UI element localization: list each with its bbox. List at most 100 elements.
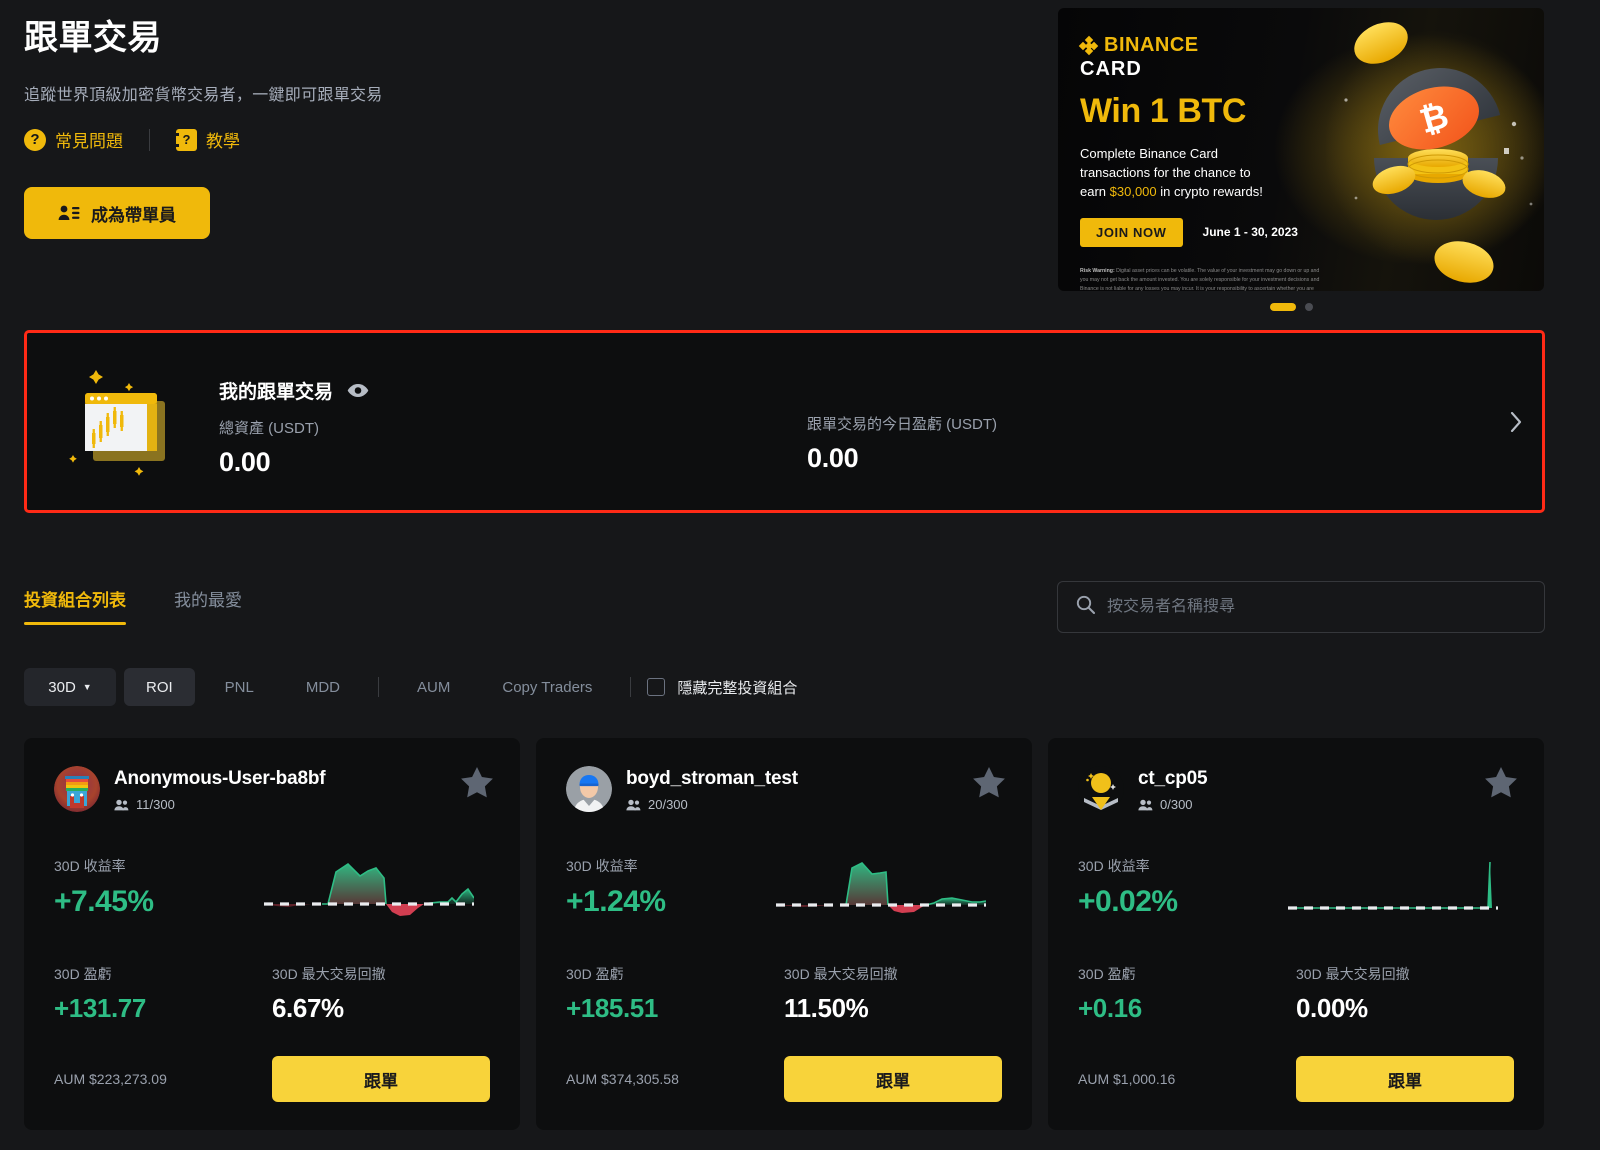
period-dropdown[interactable]: 30D ▼ bbox=[24, 668, 116, 706]
tab-favorites[interactable]: 我的最愛 bbox=[174, 586, 242, 625]
filter-copy-traders[interactable]: Copy Traders bbox=[480, 668, 614, 706]
search-icon bbox=[1076, 595, 1096, 619]
my-copy-trading-title: 我的跟單交易 bbox=[219, 382, 334, 403]
roi-value: +7.45% bbox=[54, 885, 154, 918]
pnl-stat: 30D 盈虧 +0.16 bbox=[1078, 964, 1296, 1024]
roi-label: 30D 收益率 bbox=[1078, 858, 1150, 874]
tutorial-link[interactable]: ? 教學 bbox=[175, 127, 240, 152]
carousel-dots bbox=[1270, 303, 1313, 311]
hide-full-portfolio-label: 隱藏完整投資組合 bbox=[677, 679, 798, 697]
trader-header: ct_cp05 0/300 bbox=[1078, 766, 1514, 812]
trader-card[interactable]: boyd_stroman_test 20/300 30D 收益率 +1.24% … bbox=[536, 738, 1032, 1130]
trader-card[interactable]: Anonymous-User-ba8bf 11/300 30D 收益率 +7.4… bbox=[24, 738, 520, 1130]
filter-bar: 30D ▼ ROI PNL MDD AUM Copy Traders 隱藏完整投… bbox=[24, 668, 797, 706]
star-icon[interactable] bbox=[460, 766, 494, 803]
carousel-dot-1[interactable] bbox=[1270, 303, 1296, 311]
chevron-right-icon[interactable] bbox=[1510, 411, 1522, 432]
mdd-stat: 30D 最大交易回撤 11.50% bbox=[784, 964, 1002, 1024]
aum-value: AUM $223,273.09 bbox=[54, 1071, 167, 1087]
banner-reward-amount: $30,000 bbox=[1109, 184, 1157, 200]
copy-trading-illustration bbox=[65, 363, 185, 483]
today-pnl-value: 0.00 bbox=[807, 443, 859, 473]
banner-body: Complete Binance Card transactions for t… bbox=[1080, 144, 1340, 202]
trader-roi-row: 30D 收益率 +7.45% bbox=[54, 856, 490, 926]
carousel-dot-2[interactable] bbox=[1305, 303, 1313, 311]
star-icon[interactable] bbox=[972, 766, 1006, 803]
mdd-label: 30D 最大交易回撤 bbox=[1296, 966, 1410, 982]
question-mark-icon: ? bbox=[24, 128, 46, 151]
become-lead-trader-label: 成為帶單員 bbox=[91, 205, 176, 225]
filter-aum[interactable]: AUM bbox=[395, 668, 472, 706]
trader-name: boyd_stroman_test bbox=[626, 768, 798, 789]
pnl-stat: 30D 盈虧 +185.51 bbox=[566, 964, 784, 1024]
pnl-label: 30D 盈虧 bbox=[54, 966, 112, 982]
follower-count: 20/300 bbox=[648, 797, 688, 812]
hero-links: ? 常見問題 ? 教學 bbox=[24, 127, 1024, 152]
book-icon: ? bbox=[175, 128, 197, 151]
my-copy-trading-title-row: 我的跟單交易 bbox=[219, 377, 369, 404]
hide-full-portfolio-checkbox[interactable] bbox=[647, 678, 666, 696]
roi-value: +1.24% bbox=[566, 885, 666, 918]
people-icon bbox=[114, 799, 129, 810]
trader-roi-block: 30D 收益率 +7.45% bbox=[54, 856, 264, 919]
filter-pnl[interactable]: PNL bbox=[203, 668, 276, 706]
trader-name: Anonymous-User-ba8bf bbox=[114, 768, 326, 789]
pnl-label: 30D 盈虧 bbox=[566, 966, 624, 982]
filter-mdd[interactable]: MDD bbox=[284, 668, 362, 706]
banner-cta-row: JOIN NOW June 1 - 30, 2023 bbox=[1080, 217, 1340, 247]
filter-roi[interactable]: ROI bbox=[124, 668, 195, 706]
risk-warning-text: Digital asset prices can be volatile. Th… bbox=[1080, 267, 1320, 291]
eye-icon[interactable] bbox=[347, 383, 369, 398]
roi-value: +0.02% bbox=[1078, 885, 1178, 918]
star-icon[interactable] bbox=[1484, 766, 1518, 803]
mdd-stat: 30D 最大交易回撤 6.67% bbox=[272, 964, 490, 1024]
trader-card-footer: AUM $223,273.09 跟單 bbox=[54, 1056, 490, 1102]
trader-identity: ct_cp05 0/300 bbox=[1138, 766, 1208, 812]
promo-banner[interactable]: ₿ BINANCE CARD Win 1 BTC Complete Binanc… bbox=[1058, 8, 1544, 291]
trader-header: Anonymous-User-ba8bf 11/300 bbox=[54, 766, 490, 812]
banner-logo-text: BINANCE bbox=[1104, 34, 1199, 56]
hide-full-portfolio-toggle[interactable]: 隱藏完整投資組合 bbox=[647, 677, 797, 698]
tab-portfolio-list[interactable]: 投資組合列表 bbox=[24, 586, 126, 625]
trader-header: boyd_stroman_test 20/300 bbox=[566, 766, 1002, 812]
roi-sparkline-chart bbox=[776, 858, 1002, 926]
copy-button[interactable]: 跟單 bbox=[1296, 1056, 1514, 1102]
people-icon bbox=[626, 799, 641, 810]
my-copy-trading-panel[interactable]: 我的跟單交易 總資產 (USDT) 0.00 跟單交易的今日盈虧 (USDT) … bbox=[24, 330, 1545, 513]
person-list-icon bbox=[58, 204, 80, 222]
banner-headline: Win 1 BTC bbox=[1080, 92, 1247, 130]
trader-followers: 11/300 bbox=[114, 797, 325, 812]
mdd-label: 30D 最大交易回撤 bbox=[272, 966, 386, 982]
trader-stats: 30D 盈虧 +185.51 30D 最大交易回撤 11.50% bbox=[566, 964, 1002, 1024]
avatar bbox=[566, 766, 612, 812]
mdd-label: 30D 最大交易回撤 bbox=[784, 966, 898, 982]
today-pnl-block: 跟單交易的今日盈虧 (USDT) 0.00 bbox=[807, 413, 997, 474]
copy-button[interactable]: 跟單 bbox=[272, 1056, 490, 1102]
join-now-button[interactable]: JOIN NOW bbox=[1080, 217, 1183, 247]
trader-identity: boyd_stroman_test 20/300 bbox=[626, 766, 798, 812]
roi-label: 30D 收益率 bbox=[566, 858, 638, 874]
banner-logo-sub: CARD bbox=[1080, 58, 1142, 80]
trader-roi-block: 30D 收益率 +0.02% bbox=[1078, 856, 1288, 919]
trader-card[interactable]: ct_cp05 0/300 30D 收益率 +0.02% 30D 盈虧 +0.1… bbox=[1048, 738, 1544, 1130]
trader-name: ct_cp05 bbox=[1138, 768, 1208, 789]
banner-body-line1: Complete Binance Card bbox=[1080, 146, 1219, 161]
trader-followers: 20/300 bbox=[626, 797, 798, 812]
search-box[interactable] bbox=[1057, 581, 1545, 633]
trader-card-list: Anonymous-User-ba8bf 11/300 30D 收益率 +7.4… bbox=[24, 738, 1544, 1130]
banner-body-line3: earn $30,000 in crypto rewards! bbox=[1080, 184, 1263, 200]
trader-stats: 30D 盈虧 +0.16 30D 最大交易回撤 0.00% bbox=[1078, 964, 1514, 1024]
binance-logo: BINANCE bbox=[1078, 34, 1340, 57]
pnl-value: +185.51 bbox=[566, 993, 658, 1023]
banner-body-line2: transactions for the chance to bbox=[1080, 165, 1251, 181]
faq-label: 常見問題 bbox=[55, 132, 123, 151]
trader-followers: 0/300 bbox=[1138, 797, 1207, 812]
trader-card-footer: AUM $1,000.16 跟單 bbox=[1078, 1056, 1514, 1102]
search-input[interactable] bbox=[1107, 598, 1526, 616]
my-copy-trading-info: 我的跟單交易 總資產 (USDT) 0.00 bbox=[219, 377, 369, 478]
trader-card-footer: AUM $374,305.58 跟單 bbox=[566, 1056, 1002, 1102]
copy-button[interactable]: 跟單 bbox=[784, 1056, 1002, 1102]
banner-artwork: ₿ bbox=[1323, 8, 1544, 291]
faq-link[interactable]: ? 常見問題 bbox=[24, 127, 123, 152]
become-lead-trader-button[interactable]: 成為帶單員 bbox=[24, 187, 210, 239]
